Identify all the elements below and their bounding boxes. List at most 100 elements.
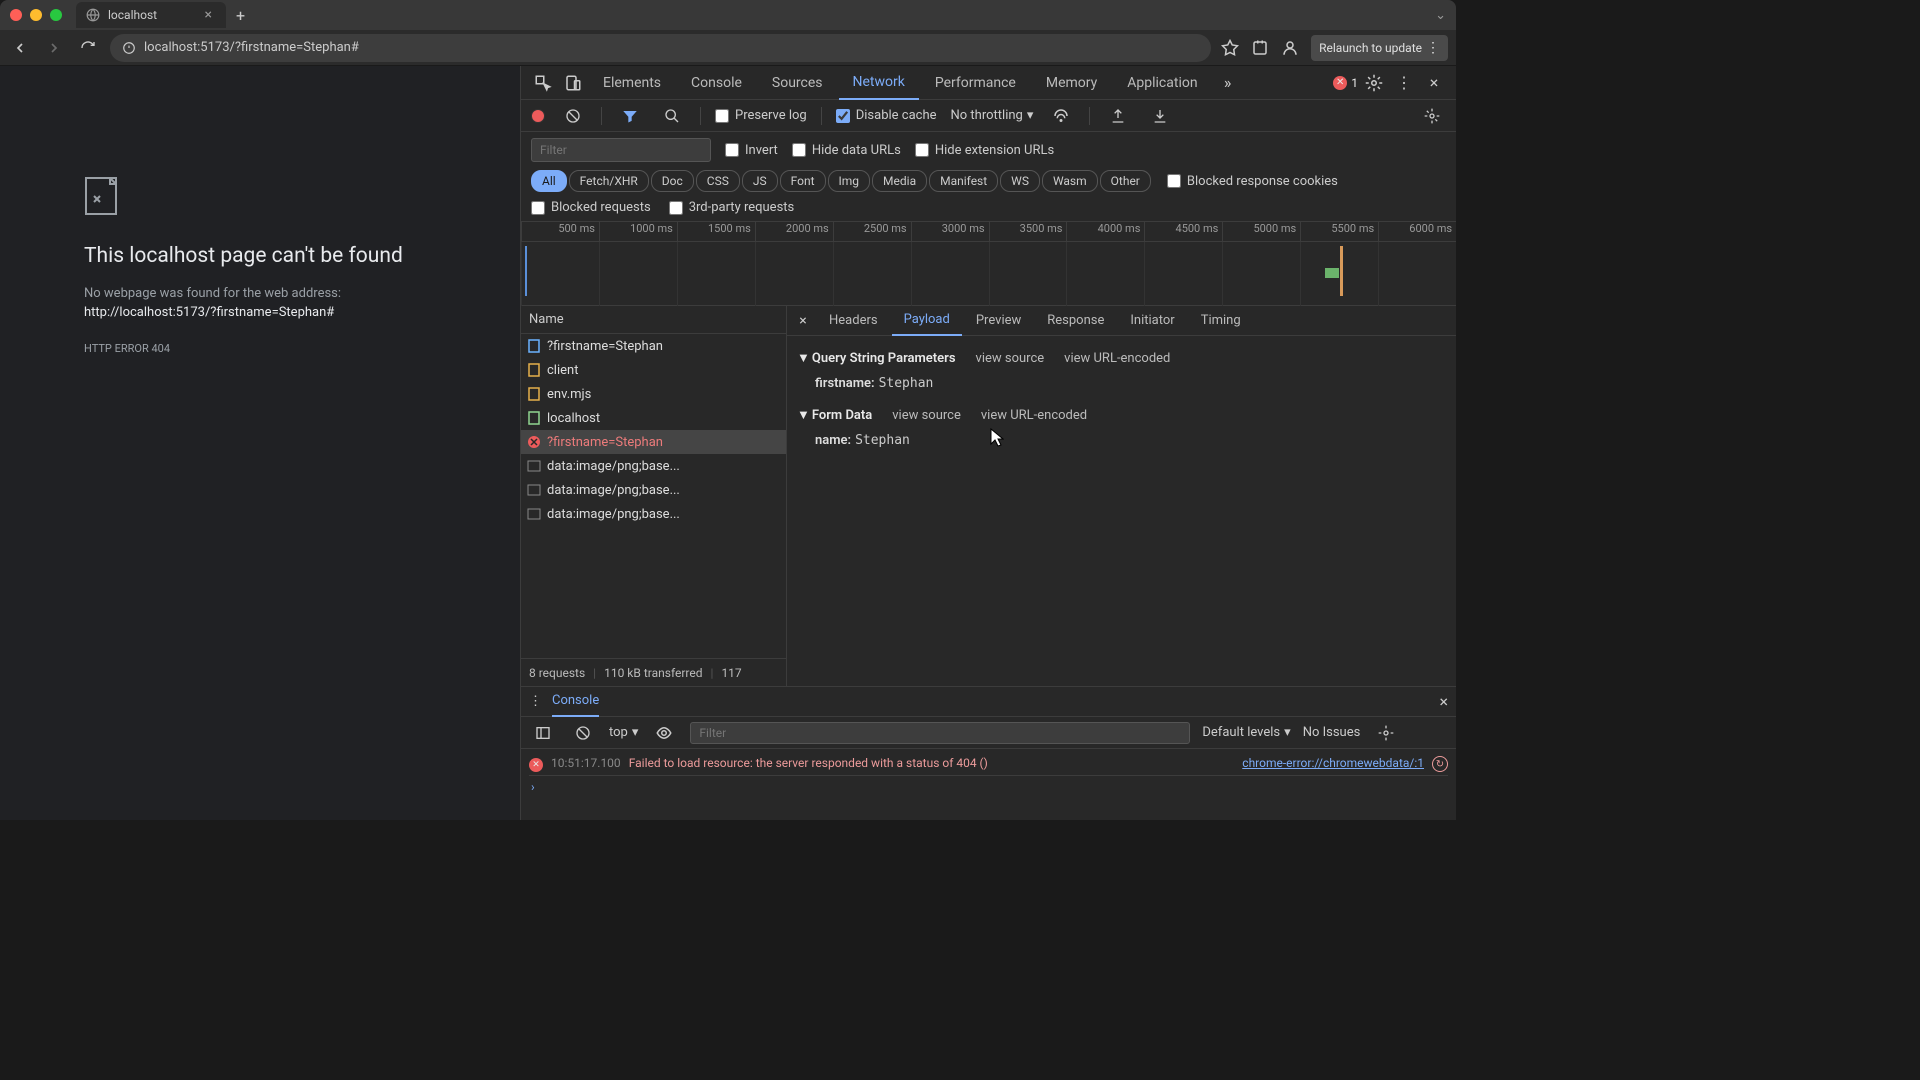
- detail-tab-response[interactable]: Response: [1035, 306, 1116, 336]
- hide-data-urls-checkbox[interactable]: Hide data URLs: [792, 143, 901, 158]
- record-button[interactable]: [531, 109, 545, 123]
- request-row[interactable]: client: [521, 358, 786, 382]
- type-font[interactable]: Font: [780, 170, 826, 192]
- tab-elements[interactable]: Elements: [589, 66, 675, 100]
- console-clear-button[interactable]: [569, 719, 597, 747]
- qsp-view-source[interactable]: view source: [976, 351, 1045, 366]
- address-bar[interactable]: localhost:5173/?firstname=Stephan#: [110, 34, 1211, 62]
- qsp-view-url[interactable]: view URL-encoded: [1064, 351, 1170, 366]
- minimize-window-button[interactable]: [30, 9, 42, 21]
- type-manifest[interactable]: Manifest: [929, 170, 998, 192]
- type-all[interactable]: All: [531, 170, 567, 192]
- forward-button[interactable]: [42, 36, 66, 60]
- request-row[interactable]: data:image/png;base...: [521, 478, 786, 502]
- browser-toolbar: localhost:5173/?firstname=Stephan# Relau…: [0, 30, 1456, 66]
- detail-tab-preview[interactable]: Preview: [964, 306, 1033, 336]
- disable-cache-checkbox[interactable]: Disable cache: [836, 108, 937, 123]
- expand-icon[interactable]: ⌄: [1435, 8, 1446, 23]
- type-fetch[interactable]: Fetch/XHR: [569, 170, 649, 192]
- inspect-icon[interactable]: [529, 69, 557, 97]
- settings-icon[interactable]: [1360, 69, 1388, 97]
- type-css[interactable]: CSS: [696, 170, 740, 192]
- back-button[interactable]: [8, 36, 32, 60]
- filter-input[interactable]: [531, 138, 711, 162]
- type-ws[interactable]: WS: [1000, 170, 1040, 192]
- tab-console[interactable]: Console: [677, 66, 756, 100]
- request-row[interactable]: ?firstname=Stephan: [521, 334, 786, 358]
- maximize-window-button[interactable]: [50, 9, 62, 21]
- waterfall-overview[interactable]: 500 ms1000 ms1500 ms2000 ms2500 ms3000 m…: [521, 222, 1456, 306]
- console-scope-select[interactable]: top▾: [609, 725, 638, 740]
- log-source-link[interactable]: chrome-error://chromewebdata/:1: [1242, 756, 1424, 770]
- drawer-menu-icon[interactable]: ⋮: [529, 694, 542, 709]
- search-icon[interactable]: [658, 102, 686, 130]
- detail-tab-headers[interactable]: Headers: [817, 306, 890, 336]
- request-row[interactable]: ?firstname=Stephan: [521, 430, 786, 454]
- invert-checkbox[interactable]: Invert: [725, 143, 778, 158]
- tab-network[interactable]: Network: [839, 66, 919, 100]
- tab-sources[interactable]: Sources: [758, 66, 837, 100]
- drawer-tab-console[interactable]: Console: [552, 687, 599, 717]
- more-tabs-icon[interactable]: »: [1214, 69, 1242, 97]
- blocked-requests-checkbox[interactable]: Blocked requests: [531, 200, 651, 215]
- error-count-badge[interactable]: ✕1: [1333, 76, 1358, 90]
- detail-tab-initiator[interactable]: Initiator: [1118, 306, 1186, 336]
- close-devtools-button[interactable]: ×: [1420, 69, 1448, 97]
- request-row[interactable]: localhost: [521, 406, 786, 430]
- console-settings-icon[interactable]: [1372, 719, 1400, 747]
- console-log-row[interactable]: ✕ 10:51:17.100 Failed to load resource: …: [529, 753, 1448, 776]
- request-row[interactable]: data:image/png;base...: [521, 502, 786, 526]
- close-drawer-button[interactable]: ×: [1439, 692, 1448, 711]
- request-list-header[interactable]: Name: [521, 306, 786, 334]
- tab-memory[interactable]: Memory: [1032, 66, 1111, 100]
- relaunch-button[interactable]: Relaunch to update⋮: [1311, 35, 1448, 61]
- console-filter-input[interactable]: [690, 722, 1190, 744]
- bookmark-icon[interactable]: [1221, 39, 1239, 57]
- detail-tab-payload[interactable]: Payload: [892, 306, 962, 336]
- console-levels-select[interactable]: Default levels▾: [1202, 725, 1290, 740]
- console-sidebar-icon[interactable]: [529, 719, 557, 747]
- site-info-icon[interactable]: [122, 41, 136, 55]
- new-tab-button[interactable]: +: [226, 6, 255, 25]
- form-entry: name:Stephan: [797, 429, 1446, 458]
- third-party-checkbox[interactable]: 3rd-party requests: [669, 200, 795, 215]
- reload-button[interactable]: [76, 36, 100, 60]
- close-detail-button[interactable]: ×: [791, 313, 815, 329]
- type-other[interactable]: Other: [1100, 170, 1151, 192]
- console-issues[interactable]: No Issues: [1303, 725, 1361, 740]
- network-settings-icon[interactable]: [1418, 102, 1446, 130]
- form-view-url[interactable]: view URL-encoded: [981, 408, 1087, 423]
- type-wasm[interactable]: Wasm: [1042, 170, 1098, 192]
- blocked-cookies-checkbox[interactable]: Blocked response cookies: [1167, 174, 1338, 189]
- close-tab-button[interactable]: ×: [201, 7, 216, 23]
- request-row[interactable]: data:image/png;base...: [521, 454, 786, 478]
- network-conditions-icon[interactable]: [1047, 102, 1075, 130]
- download-icon[interactable]: [1146, 102, 1174, 130]
- clear-button[interactable]: [559, 102, 587, 130]
- detail-tab-timing[interactable]: Timing: [1189, 306, 1253, 336]
- device-icon[interactable]: [559, 69, 587, 97]
- browser-tab[interactable]: localhost ×: [76, 2, 226, 28]
- qsp-section-title[interactable]: ▼Query String Parameters: [797, 350, 956, 366]
- preserve-log-checkbox[interactable]: Preserve log: [715, 108, 807, 123]
- type-doc[interactable]: Doc: [651, 170, 694, 192]
- console-prompt[interactable]: ›: [529, 776, 1448, 798]
- profile-icon[interactable]: [1281, 39, 1299, 57]
- kebab-icon[interactable]: ⋮: [1390, 69, 1418, 97]
- extensions-icon[interactable]: [1251, 39, 1269, 57]
- throttling-select[interactable]: No throttling▾: [951, 108, 1034, 123]
- live-expression-icon[interactable]: [650, 719, 678, 747]
- type-img[interactable]: Img: [828, 170, 871, 192]
- type-js[interactable]: JS: [742, 170, 778, 192]
- hide-extension-urls-checkbox[interactable]: Hide extension URLs: [915, 143, 1054, 158]
- upload-icon[interactable]: [1104, 102, 1132, 130]
- type-media[interactable]: Media: [872, 170, 927, 192]
- form-section-title[interactable]: ▼Form Data: [797, 407, 872, 423]
- tab-application[interactable]: Application: [1113, 66, 1211, 100]
- close-window-button[interactable]: [10, 9, 22, 21]
- request-row[interactable]: env.mjs: [521, 382, 786, 406]
- tab-performance[interactable]: Performance: [921, 66, 1030, 100]
- copy-icon[interactable]: ↻: [1432, 756, 1448, 772]
- form-view-source[interactable]: view source: [892, 408, 961, 423]
- filter-icon[interactable]: [616, 102, 644, 130]
